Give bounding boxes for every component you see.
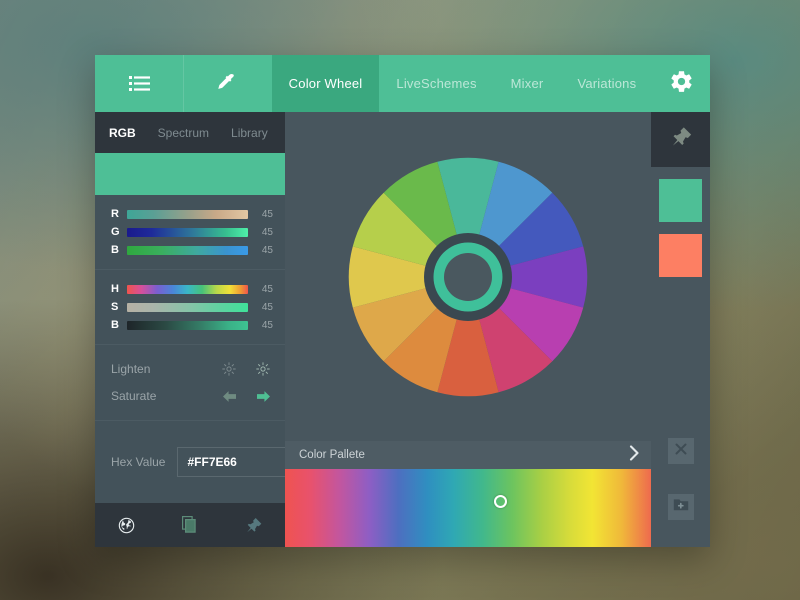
color-mode-tabs: RGB Spectrum Library xyxy=(95,112,285,153)
eyedropper-icon[interactable] xyxy=(183,55,271,112)
sun-bright-icon[interactable] xyxy=(255,361,271,377)
adjust-controls: Lighten xyxy=(95,344,285,420)
slider-row-g: G 45 xyxy=(111,227,273,238)
slider-label-s: S xyxy=(111,302,120,313)
hex-value-row: Hex Value xyxy=(95,420,285,503)
hex-value-label: Hex Value xyxy=(111,455,165,469)
hsb-slider-group: H 45 S 45 B 45 xyxy=(95,270,285,344)
slider-row-brightness: B 45 xyxy=(111,320,273,331)
folder-plus-icon xyxy=(673,498,689,517)
current-color-preview xyxy=(95,153,285,195)
slider-value-h: 45 xyxy=(255,284,273,295)
slider-track-s[interactable] xyxy=(127,303,248,312)
tab-variations[interactable]: Variations xyxy=(560,55,653,112)
tab-color-wheel[interactable]: Color Wheel xyxy=(272,55,380,112)
slider-label-brightness: B xyxy=(111,320,120,331)
left-panel: RGB Spectrum Library R 45 G 45 B xyxy=(95,112,285,547)
main-tabs: Color Wheel LiveSchemes Mixer Variations xyxy=(272,55,654,112)
slider-row-b: B 45 xyxy=(111,245,273,256)
subtab-library[interactable]: Library xyxy=(231,126,268,140)
color-wheel[interactable] xyxy=(343,152,593,402)
adjust-row-saturate: Saturate xyxy=(111,388,271,404)
adjust-row-lighten: Lighten xyxy=(111,361,271,377)
slider-value-b: 45 xyxy=(255,245,273,256)
left-panel-footer xyxy=(95,503,285,547)
pin-icon xyxy=(670,126,692,153)
add-folder-button[interactable] xyxy=(668,494,694,520)
slider-track-brightness[interactable] xyxy=(127,321,248,330)
right-panel xyxy=(651,112,710,547)
close-x-icon xyxy=(675,442,687,460)
slider-track-g[interactable] xyxy=(127,228,248,237)
globe-icon[interactable] xyxy=(95,503,158,547)
slider-track-b[interactable] xyxy=(127,246,248,255)
spectrum-gradient-strip[interactable] xyxy=(285,469,651,547)
delete-swatch-button[interactable] xyxy=(668,438,694,464)
slider-row-s: S 45 xyxy=(111,302,273,313)
slider-label-g: G xyxy=(111,227,120,238)
slider-value-brightness: 45 xyxy=(255,320,273,331)
hamburger-list-icon[interactable] xyxy=(95,55,183,112)
slider-track-h[interactable] xyxy=(127,285,248,294)
slider-value-s: 45 xyxy=(255,302,273,313)
arrow-left-icon[interactable] xyxy=(221,388,237,404)
color-picker-window: Color Wheel LiveSchemes Mixer Variations… xyxy=(95,55,710,547)
slider-track-r[interactable] xyxy=(127,210,248,219)
slider-label-b: B xyxy=(111,245,120,256)
adjust-label-saturate: Saturate xyxy=(111,389,221,403)
adjust-buttons-saturate xyxy=(221,388,271,404)
center-panel: Color Pallete xyxy=(285,112,651,547)
rgb-slider-group: R 45 G 45 B 45 xyxy=(95,195,285,269)
sun-dim-icon[interactable] xyxy=(221,361,237,377)
slider-label-r: R xyxy=(111,209,120,220)
tab-liveschemes[interactable]: LiveSchemes xyxy=(379,55,493,112)
chevron-right-icon[interactable] xyxy=(629,445,640,466)
color-wheel-area xyxy=(285,112,651,441)
subtab-spectrum[interactable]: Spectrum xyxy=(158,126,209,140)
slider-value-g: 45 xyxy=(255,227,273,238)
adjust-buttons-lighten xyxy=(221,361,271,377)
subtab-rgb[interactable]: RGB xyxy=(109,126,136,140)
slider-label-h: H xyxy=(111,284,120,295)
top-bar: Color Wheel LiveSchemes Mixer Variations xyxy=(95,55,710,112)
slider-value-r: 45 xyxy=(255,209,273,220)
arrow-right-icon[interactable] xyxy=(255,388,271,404)
top-bar-icon-group xyxy=(95,55,272,112)
color-pallete-label: Color Pallete xyxy=(299,449,629,461)
gear-icon xyxy=(669,69,694,99)
pin-panel-button[interactable] xyxy=(651,112,710,167)
tab-mixer[interactable]: Mixer xyxy=(494,55,561,112)
slider-row-h: H 45 xyxy=(111,284,273,295)
copy-document-icon[interactable] xyxy=(158,503,221,547)
window-body: RGB Spectrum Library R 45 G 45 B xyxy=(95,112,710,547)
color-pallete-bar[interactable]: Color Pallete xyxy=(285,441,651,469)
spectrum-handle[interactable] xyxy=(494,495,507,508)
settings-button[interactable] xyxy=(653,55,710,112)
swatch-coral[interactable] xyxy=(659,234,702,277)
adjust-label-lighten: Lighten xyxy=(111,362,221,376)
slider-row-r: R 45 xyxy=(111,209,273,220)
pin-icon[interactable] xyxy=(222,503,285,547)
swatch-teal[interactable] xyxy=(659,179,702,222)
